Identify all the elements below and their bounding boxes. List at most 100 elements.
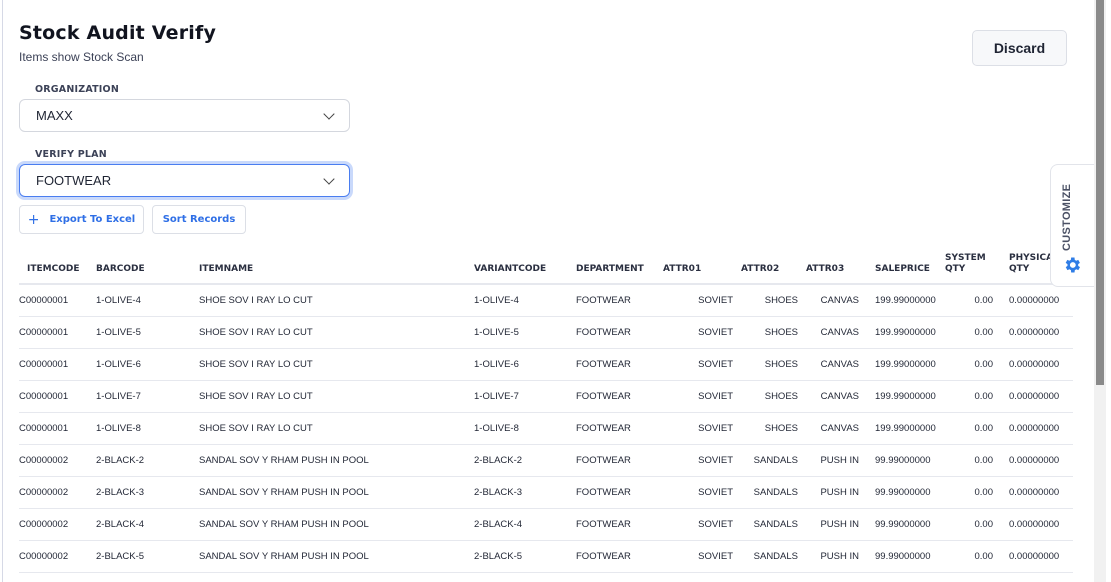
cell-itemcode: C00000001 [19,348,96,381]
cell-itemcode: C00000001 [19,412,96,445]
sort-records-button[interactable]: Sort Records [152,205,246,234]
cell-attr01: SOVIET [663,316,741,349]
cell-attr03: CANVAS [806,348,867,381]
column-header-saleprice[interactable]: SALEPRICE [867,250,945,285]
cell-department: FOOTWEAR [576,348,663,381]
cell-physical-qty: 0.00000000 [1001,540,1073,573]
cell-physical-qty: 0.00000000 [1001,380,1073,413]
cell-saleprice: 99.99000000 [867,508,945,541]
cell-itemcode: C00000002 [19,444,96,477]
cell-system-qty: 0.00 [945,380,1001,413]
cell-variantcode: 1-OLIVE-4 [474,284,576,317]
cell-saleprice: 199.99000000 [867,348,945,381]
table-row[interactable]: C00000002 2-BLACK-2 SANDAL SOV Y RHAM PUSH… [19,444,1073,477]
table-row[interactable]: C00000001 1-OLIVE-8 SHOE SOV I RAY LO CUT 1… [19,412,1073,445]
cell-saleprice: 199.99000000 [867,284,945,317]
column-header-system-qty[interactable]: SYSTEM QTY [945,250,1001,285]
cell-variantcode: 2-BLACK-2 [474,444,576,477]
cell-itemname: SHOE SOV I RAY LO CUT [199,412,474,445]
plus-icon: + [27,211,40,228]
cell-variantcode: 1-OLIVE-8 [474,412,576,445]
column-header-itemcode[interactable]: ITEMCODE [19,250,96,285]
cell-saleprice: 99.99000000 [867,540,945,573]
column-header-attr02[interactable]: ATTR02 [741,250,806,285]
page-title: Stock Audit Verify [19,22,217,44]
cell-attr03: PUSH IN [806,444,867,477]
cell-system-qty: 0.00 [945,348,1001,381]
organization-select[interactable]: MAXX [19,99,350,132]
column-header-department[interactable]: DEPARTMENT [576,250,663,285]
cell-attr02: SHOES [741,380,806,413]
cell-attr03: CANVAS [806,316,867,349]
page-subtitle: Items show Stock Scan [19,50,144,64]
cell-itemcode: C00000002 [19,508,96,541]
cell-system-qty: 0.00 [945,316,1001,349]
cell-department: FOOTWEAR [576,380,663,413]
cell-attr01: SOVIET [663,412,741,445]
cell-itemcode: C00000001 [19,380,96,413]
customize-tab[interactable]: CUSTOMIZE [1050,164,1094,287]
cell-attr01: SOVIET [663,508,741,541]
organization-value: MAXX [36,108,73,123]
cell-itemname: SANDAL SOV Y RHAM PUSH IN POOL [199,444,474,477]
export-to-excel-button[interactable]: + Export To Excel [19,205,144,234]
cell-variantcode: 1-OLIVE-6 [474,348,576,381]
cell-department: FOOTWEAR [576,412,663,445]
organization-label: ORGANIZATION [35,84,119,95]
cell-itemcode: C00000002 [19,476,96,509]
discard-button[interactable]: Discard [972,30,1067,66]
cell-system-qty: 0.00 [945,412,1001,445]
cell-itemcode: C00000001 [19,316,96,349]
cell-itemcode: C00000002 [19,540,96,573]
cell-attr02: SHOES [741,348,806,381]
cell-department: FOOTWEAR [576,316,663,349]
cell-attr02: SANDALS [741,444,806,477]
chevron-down-icon [323,172,335,185]
customize-label: CUSTOMIZE [1061,183,1073,251]
cell-attr03: PUSH IN [806,476,867,509]
cell-attr02: SHOES [741,412,806,445]
table-row[interactable]: C00000002 2-BLACK-4 SANDAL SOV Y RHAM PUSH… [19,508,1073,541]
cell-attr02: SANDALS [741,476,806,509]
chevron-down-icon [323,107,335,120]
scrollbar-thumb[interactable] [1096,0,1104,385]
cell-variantcode: 2-BLACK-3 [474,476,576,509]
cell-system-qty: 0.00 [945,476,1001,509]
cell-attr03: PUSH IN [806,508,867,541]
cell-saleprice: 99.99000000 [867,444,945,477]
column-header-barcode[interactable]: BARCODE [96,250,199,285]
column-header-itemname[interactable]: ITEMNAME [199,250,474,285]
column-header-attr01[interactable]: ATTR01 [663,250,741,285]
table-row[interactable]: C00000002 2-BLACK-5 SANDAL SOV Y RHAM PUSH… [19,540,1073,573]
table-row[interactable]: C00000001 1-OLIVE-5 SHOE SOV I RAY LO CUT 1… [19,316,1073,349]
cell-attr01: SOVIET [663,348,741,381]
table-row[interactable]: C00000001 1-OLIVE-4 SHOE SOV I RAY LO CUT 1… [19,284,1073,317]
cell-barcode: 2-BLACK-3 [96,476,199,509]
verify-plan-select[interactable]: FOOTWEAR [19,164,350,197]
cell-department: FOOTWEAR [576,444,663,477]
column-header-attr03[interactable]: ATTR03 [806,250,867,285]
cell-barcode: 1-OLIVE-6 [96,348,199,381]
items-table: ITEMCODE BARCODE ITEMNAME VARIANTCODE DEPART… [19,250,1073,573]
table-row[interactable]: C00000002 2-BLACK-3 SANDAL SOV Y RHAM PUSH… [19,476,1073,509]
column-header-variantcode[interactable]: VARIANTCODE [474,250,576,285]
cell-attr01: SOVIET [663,444,741,477]
table-row[interactable]: C00000001 1-OLIVE-7 SHOE SOV I RAY LO CUT 1… [19,380,1073,413]
cell-system-qty: 0.00 [945,508,1001,541]
cell-barcode: 2-BLACK-4 [96,508,199,541]
left-border [2,0,3,582]
cell-department: FOOTWEAR [576,476,663,509]
table-row[interactable]: C00000001 1-OLIVE-6 SHOE SOV I RAY LO CUT 1… [19,348,1073,381]
cell-attr03: CANVAS [806,380,867,413]
cell-saleprice: 199.99000000 [867,316,945,349]
cell-attr02: SANDALS [741,540,806,573]
cell-department: FOOTWEAR [576,284,663,317]
cell-attr03: PUSH IN [806,540,867,573]
cell-saleprice: 199.99000000 [867,380,945,413]
cell-itemname: SHOE SOV I RAY LO CUT [199,348,474,381]
cell-variantcode: 2-BLACK-5 [474,540,576,573]
cell-itemname: SHOE SOV I RAY LO CUT [199,284,474,317]
cell-attr01: SOVIET [663,540,741,573]
cell-attr03: CANVAS [806,284,867,317]
cell-system-qty: 0.00 [945,284,1001,317]
